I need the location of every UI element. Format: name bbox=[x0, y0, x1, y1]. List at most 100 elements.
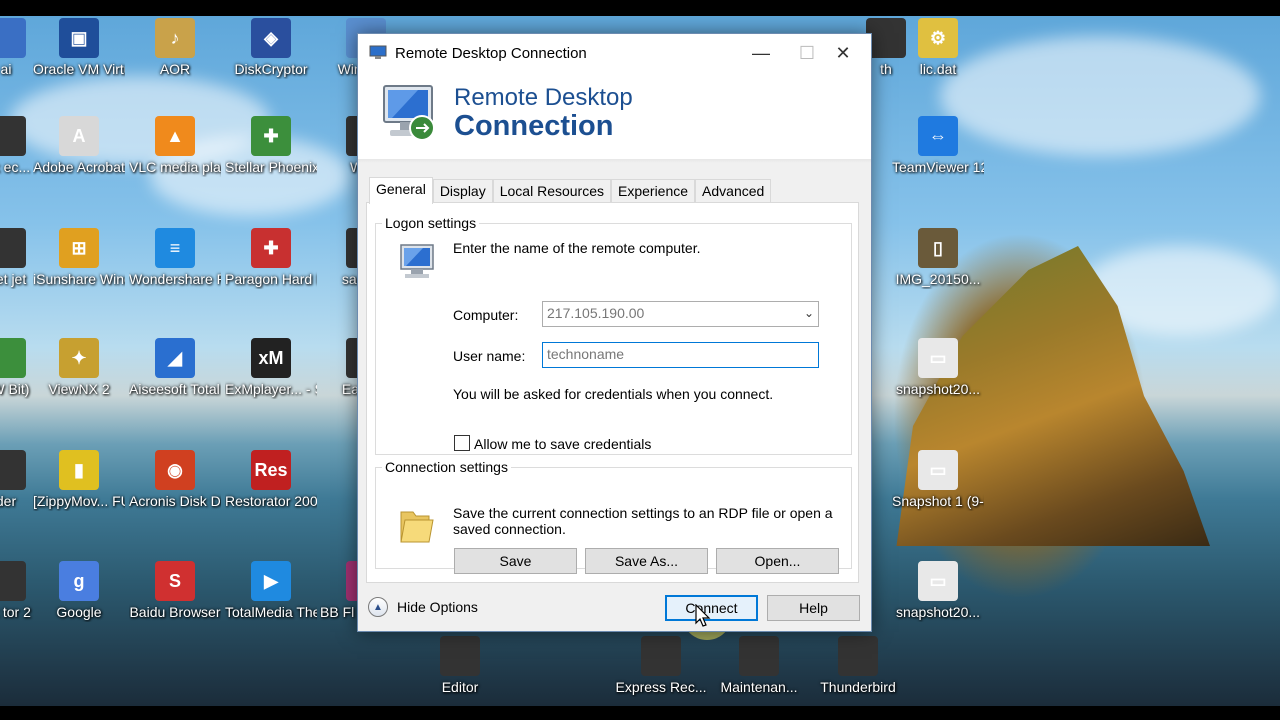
desktop-icon[interactable]: Res Restorator 2007 Trial bbox=[225, 450, 317, 511]
title-bar[interactable]: Remote Desktop Connection — ☐ ✕ bbox=[358, 34, 871, 72]
desktop-icon-label: snapshot20... bbox=[895, 604, 981, 620]
desktop-icon[interactable]: ◈ DiskCryptor bbox=[225, 18, 317, 79]
computer-label: Computer: bbox=[453, 307, 519, 323]
desktop-icon-glyph: ♪ bbox=[155, 18, 195, 58]
desktop-icon-glyph: g bbox=[59, 561, 99, 601]
tab-strip: General Display Local Resources Experien… bbox=[369, 177, 772, 204]
desktop-icon[interactable]: ◢ Aiseesoft Total Vid... bbox=[129, 338, 221, 399]
computer-combobox[interactable]: 217.105.190.00 ⌄ bbox=[542, 301, 819, 327]
desktop-icon[interactable]: ▲ VLC media player bbox=[129, 116, 221, 177]
desktop-icon[interactable]: g Google bbox=[33, 561, 125, 622]
desktop-icon-label: iSunshare Window... bbox=[33, 271, 125, 287]
desktop-icon-glyph bbox=[739, 636, 779, 676]
logon-instruction: Enter the name of the remote computer. bbox=[453, 240, 701, 256]
desktop-icon-label: Restorator 2007 Trial bbox=[225, 493, 317, 509]
desktop-icon-label: ViewNX 2 bbox=[48, 381, 110, 397]
desktop-icon[interactable]: Express Rec... bbox=[615, 636, 707, 697]
banner-title-line2: Connection bbox=[454, 110, 614, 142]
save-as-button[interactable]: Save As... bbox=[585, 548, 708, 574]
desktop-icon[interactable]: ✚ Stellar Phoenix ... bbox=[225, 116, 317, 177]
save-button[interactable]: Save bbox=[454, 548, 577, 574]
open-button[interactable]: Open... bbox=[716, 548, 839, 574]
desktop-icon-label: Wondershare PDFelement bbox=[129, 271, 221, 287]
username-input[interactable]: technoname bbox=[542, 342, 819, 368]
desktop-icon[interactable]: ✦ ViewNX 2 bbox=[33, 338, 125, 399]
desktop-icon[interactable]: S Baidu Browser bbox=[129, 561, 221, 622]
desktop-icon-label: Snapshot 1 (9-18-20... bbox=[892, 493, 984, 509]
desktop-icon[interactable]: ♪ AOR bbox=[129, 18, 221, 79]
tab-advanced[interactable]: Advanced bbox=[695, 179, 772, 203]
desktop-icon[interactable]: ▭ Snapshot 1 (9-18-20... bbox=[892, 450, 984, 511]
desktop-icon[interactable]: ▶ TotalMedia Theatre 6 bbox=[225, 561, 317, 622]
credentials-note: You will be asked for credentials when y… bbox=[453, 386, 774, 402]
desktop-icon-label: VLC media player bbox=[129, 159, 221, 175]
desktop-icon[interactable]: ⊞ iSunshare Window... bbox=[33, 228, 125, 289]
desktop-icon-glyph: ▯ bbox=[918, 228, 958, 268]
desktop-icon-glyph: ▭ bbox=[918, 561, 958, 601]
desktop-icon-glyph: ▣ bbox=[59, 18, 99, 58]
desktop-icon-label: ExMplayer... - Shortcut bbox=[225, 381, 317, 397]
desktop-icon-glyph bbox=[440, 636, 480, 676]
desktop-icon-glyph: ⚙ bbox=[918, 18, 958, 58]
desktop-icon-label: Baidu Browser bbox=[129, 604, 221, 620]
username-value: technoname bbox=[547, 346, 625, 362]
desktop-icon-glyph bbox=[0, 450, 26, 490]
connection-settings-label: Connection settings bbox=[385, 459, 508, 475]
desktop-icon-glyph: ⊞ bbox=[59, 228, 99, 268]
desktop-icon-glyph bbox=[0, 228, 26, 268]
desktop-icon[interactable]: ⇔ TeamViewer 12 bbox=[892, 116, 984, 177]
desktop-icon[interactable]: ⚙ lic.dat bbox=[892, 18, 984, 79]
desktop-icon[interactable]: xM ExMplayer... - Shortcut bbox=[225, 338, 317, 399]
desktop-icon-label: IMG_20150... bbox=[895, 271, 981, 287]
close-button[interactable]: ✕ bbox=[820, 34, 866, 72]
tab-display[interactable]: Display bbox=[432, 179, 493, 203]
chevron-up-icon[interactable]: ▲ bbox=[368, 597, 388, 617]
desktop-icon[interactable]: ✚ Paragon Hard Disk ... bbox=[225, 228, 317, 289]
desktop-icon-label: snapshot20... bbox=[895, 381, 981, 397]
desktop-icon-glyph: ▭ bbox=[918, 338, 958, 378]
desktop-icon-label: Adobe Acrobat ... bbox=[33, 159, 125, 175]
desktop-icon-glyph: A bbox=[59, 116, 99, 156]
desktop-icon[interactable]: ◉ Acronis Disk Director Suite bbox=[129, 450, 221, 511]
username-label: User name: bbox=[453, 348, 526, 364]
banner-title-line1: Remote Desktop bbox=[454, 84, 633, 111]
desktop-icon-glyph: ▭ bbox=[918, 450, 958, 490]
logon-settings-label: Logon settings bbox=[385, 215, 477, 231]
tab-general[interactable]: General bbox=[369, 177, 433, 204]
desktop-icon-label: DiskCryptor bbox=[234, 61, 308, 77]
desktop-icon-label: Paragon Hard Disk ... bbox=[225, 271, 317, 287]
desktop-icon-glyph bbox=[0, 116, 26, 156]
hide-options-label[interactable]: Hide Options bbox=[397, 599, 478, 615]
folder-icon bbox=[400, 511, 434, 543]
desktop-icon-glyph: xM bbox=[251, 338, 291, 378]
mouse-cursor-icon bbox=[695, 604, 711, 627]
desktop-icon[interactable]: Maintenan... bbox=[713, 636, 805, 697]
window-title: Remote Desktop Connection bbox=[395, 44, 587, 62]
save-credentials-checkbox[interactable] bbox=[454, 435, 470, 451]
desktop-icon[interactable]: ▯ IMG_20150... bbox=[892, 228, 984, 289]
computer-value: 217.105.190.00 bbox=[547, 305, 645, 321]
tab-experience[interactable]: Experience bbox=[611, 179, 696, 203]
chevron-down-icon[interactable]: ⌄ bbox=[804, 306, 814, 320]
desktop-icon[interactable]: A Adobe Acrobat ... bbox=[33, 116, 125, 177]
connect-button[interactable]: Connect bbox=[665, 595, 758, 621]
desktop-icon[interactable]: ▭ snapshot20... bbox=[892, 338, 984, 399]
desktop-icon-label: Stellar Phoenix ... bbox=[225, 159, 317, 175]
desktop-icon[interactable]: Editor bbox=[414, 636, 506, 697]
help-button[interactable]: Help bbox=[767, 595, 860, 621]
desktop-icon-glyph: ✦ bbox=[59, 338, 99, 378]
desktop-icon[interactable]: ▮ [ZippyMov... FUKRI (201... bbox=[33, 450, 125, 511]
desktop-icon[interactable]: Thunderbird bbox=[812, 636, 904, 697]
computer-icon bbox=[400, 244, 434, 278]
desktop-icon-glyph bbox=[0, 338, 26, 378]
desktop-icon-glyph: ≡ bbox=[155, 228, 195, 268]
desktop-icon[interactable]: ≡ Wondershare PDFelement bbox=[129, 228, 221, 289]
bottom-strip bbox=[0, 706, 1280, 720]
desktop-icon-glyph: ✚ bbox=[251, 228, 291, 268]
save-credentials-label[interactable]: Allow me to save credentials bbox=[474, 436, 651, 452]
desktop-icon[interactable]: ▭ snapshot20... bbox=[892, 561, 984, 622]
minimize-button[interactable]: — bbox=[738, 34, 784, 72]
hide-options-toggle[interactable]: ▲ Hide Options bbox=[368, 597, 478, 617]
tab-local-resources[interactable]: Local Resources bbox=[492, 179, 611, 203]
desktop-icon[interactable]: ▣ Oracle VM VirtualBox bbox=[33, 18, 125, 79]
